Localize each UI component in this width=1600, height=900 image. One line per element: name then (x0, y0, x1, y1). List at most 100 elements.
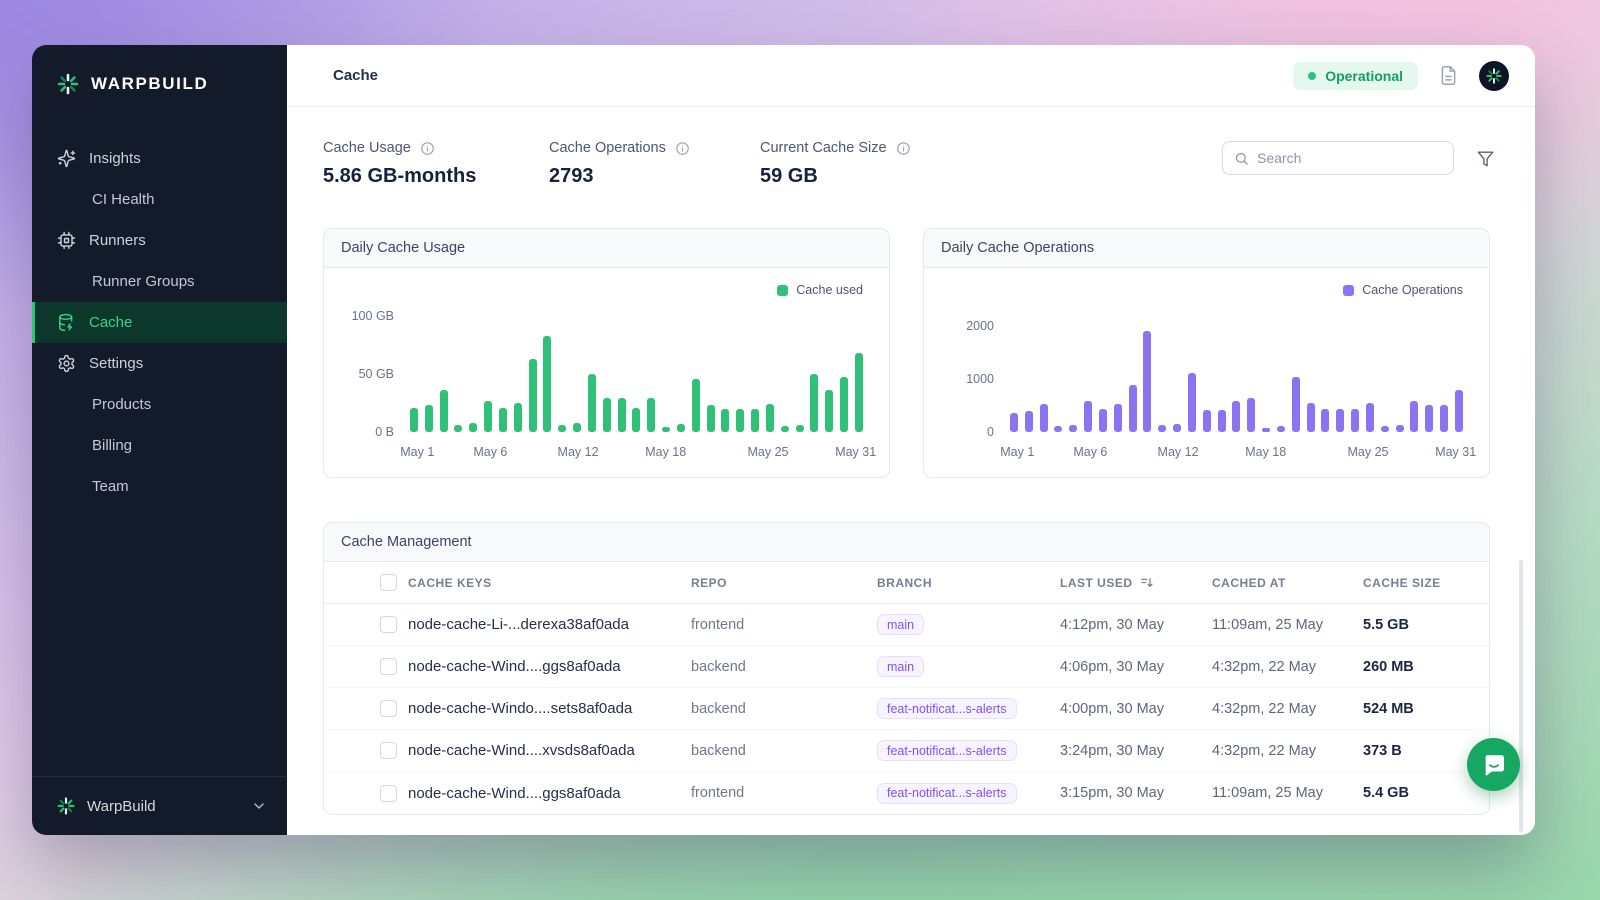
info-icon[interactable] (420, 141, 435, 156)
main-panel: Cache Operational Cache Usage (287, 45, 1535, 835)
stats-row: Cache Usage 5.86 GB-months Cache Operati… (323, 140, 1495, 188)
bar (766, 404, 774, 432)
sidebar-item-ci-health[interactable]: CI Health (32, 179, 287, 220)
sidebar-item-insights[interactable]: Insights (32, 138, 287, 179)
bar (1143, 331, 1151, 432)
bar (1262, 428, 1270, 432)
gear-icon (56, 354, 76, 374)
row-checkbox[interactable] (380, 700, 397, 717)
branch-badge[interactable]: feat-notificat...s-alerts (877, 740, 1017, 761)
legend-swatch (777, 285, 788, 296)
row-checkbox[interactable] (380, 658, 397, 675)
table-row[interactable]: node-cache-Li-...derexa38af0ada frontend… (324, 604, 1489, 646)
chat-button[interactable] (1467, 738, 1520, 791)
bar (736, 409, 744, 432)
stat-cache-usage: Cache Usage 5.86 GB-months (323, 140, 549, 188)
cache-key: node-cache-Li-...derexa38af0ada (408, 616, 691, 633)
x-axis: May 1May 6May 12May 18May 25May 31 (410, 441, 863, 465)
cache-size: 5.4 GB (1363, 785, 1489, 801)
row-checkbox[interactable] (380, 616, 397, 633)
bar (1336, 409, 1344, 432)
bar (1455, 390, 1463, 432)
bar (1292, 377, 1300, 432)
row-checkbox[interactable] (380, 785, 397, 802)
cpu-chip-icon (56, 231, 76, 251)
scrollbar[interactable] (1519, 560, 1523, 832)
branch-badge[interactable]: feat-notificat...s-alerts (877, 783, 1017, 804)
bar (796, 425, 804, 432)
content-area: Cache Usage 5.86 GB-months Cache Operati… (287, 107, 1535, 835)
org-name: WarpBuild (87, 798, 156, 815)
bar (647, 398, 655, 432)
info-icon[interactable] (896, 141, 911, 156)
branch-badge[interactable]: main (877, 656, 924, 677)
stat-cache-operations: Cache Operations 2793 (549, 140, 760, 188)
info-icon[interactable] (675, 141, 690, 156)
bar (1307, 403, 1315, 432)
sidebar-item-label: Insights (89, 150, 141, 167)
sidebar-item-runners[interactable]: Runners (32, 220, 287, 261)
x-tick-label: May 18 (645, 445, 686, 459)
bar (514, 403, 522, 432)
avatar[interactable] (1479, 61, 1509, 91)
org-switcher[interactable]: WarpBuild (32, 776, 287, 835)
table-title: Cache Management (324, 523, 1489, 562)
bar (1396, 425, 1404, 432)
bar (662, 427, 670, 432)
legend-swatch (1343, 285, 1354, 296)
sidebar-item-label: Runners (89, 232, 146, 249)
cached-at: 11:09am, 25 May (1212, 785, 1363, 801)
table-row[interactable]: node-cache-Windo....sets8af0ada backend … (324, 688, 1489, 730)
cache-size: 5.5 GB (1363, 617, 1489, 633)
cache-size: 260 MB (1363, 659, 1489, 675)
sidebar-nav: Insights CI Health Runners Runner Groups… (32, 124, 287, 776)
stat-label: Cache Operations (549, 140, 666, 156)
search-box[interactable] (1222, 141, 1454, 175)
bar (1410, 401, 1418, 432)
x-tick-label: May 6 (1073, 445, 1107, 459)
table-row[interactable]: node-cache-Wind....xvsds8af0ada backend … (324, 730, 1489, 772)
chevron-down-icon (251, 798, 267, 814)
bar (1069, 425, 1077, 432)
branch-badge[interactable]: main (877, 614, 924, 635)
bar (825, 390, 833, 432)
search-input[interactable] (1257, 150, 1442, 166)
sidebar-item-cache[interactable]: Cache (32, 302, 287, 343)
sidebar-item-team[interactable]: Team (32, 466, 287, 507)
sort-icon[interactable] (1140, 575, 1155, 590)
stat-value: 5.86 GB-months (323, 165, 549, 188)
sidebar-item-billing[interactable]: Billing (32, 425, 287, 466)
table-row[interactable]: node-cache-Wind....ggs8af0ada frontend f… (324, 772, 1489, 814)
bar (632, 408, 640, 432)
x-tick-label: May 25 (1348, 445, 1389, 459)
column-header-cache-size: CACHE SIZE (1363, 576, 1489, 590)
x-tick-label: May 12 (558, 445, 599, 459)
repo: backend (691, 743, 877, 759)
bar (1425, 405, 1433, 432)
x-tick-label: May 31 (1435, 445, 1476, 459)
y-tick-label: 0 (987, 425, 994, 439)
docs-icon[interactable] (1438, 65, 1459, 86)
bar (529, 359, 537, 432)
bar (1232, 401, 1240, 432)
bar (425, 405, 433, 432)
page-title: Cache (333, 67, 378, 84)
branch-badge[interactable]: feat-notificat...s-alerts (877, 698, 1017, 719)
last-used: 4:00pm, 30 May (1060, 701, 1212, 717)
table-row[interactable]: node-cache-Wind....ggs8af0ada backend ma… (324, 646, 1489, 688)
x-tick-label: May 6 (473, 445, 507, 459)
sidebar-item-runner-groups[interactable]: Runner Groups (32, 261, 287, 302)
sidebar-item-label: Products (92, 396, 151, 413)
sidebar-item-settings[interactable]: Settings (32, 343, 287, 384)
bar (1040, 404, 1048, 432)
select-all-checkbox[interactable] (380, 574, 397, 591)
row-checkbox[interactable] (380, 742, 397, 759)
sidebar-item-products[interactable]: Products (32, 384, 287, 425)
bar (1218, 410, 1226, 432)
filter-funnel-icon[interactable] (1476, 149, 1495, 168)
bar (781, 426, 789, 432)
brand-logo[interactable]: WARPBUILD (32, 45, 287, 124)
status-badge[interactable]: Operational (1293, 62, 1418, 90)
bar (1010, 413, 1018, 432)
column-header-last-used[interactable]: LAST USED (1060, 575, 1212, 590)
